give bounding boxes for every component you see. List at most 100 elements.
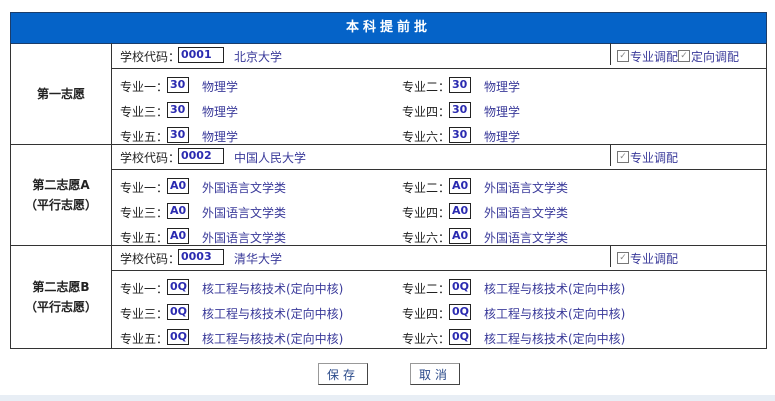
major-code-input[interactable]: A0: [449, 203, 471, 219]
major-name: 外国语言文学类: [202, 181, 287, 195]
choice-section: 第二志愿A （平行志愿） 学校代码： 0002 中国人民大学 ✓ 专业调配 专业一：…: [10, 144, 767, 246]
checkbox[interactable]: ✓: [617, 151, 629, 163]
major-name: 核工程与核技术(定向中核): [202, 307, 344, 321]
school-row: 学校代码： 0003 清华大学 ✓ 专业调配: [112, 245, 766, 271]
major-code-input[interactable]: A0: [449, 228, 471, 244]
major-row: 专业一： A0 外国语言文学类: [112, 176, 392, 196]
choice-section: 第一志愿 学校代码： 0001 北京大学 ✓ 专业调配 ✓ 定向调配 专业一： 30 …: [10, 43, 767, 145]
major-name: 核工程与核技术(定向中核): [202, 332, 344, 346]
major-row: 专业六： A0 外国语言文学类: [394, 226, 674, 246]
major-code-input[interactable]: 0Q: [167, 304, 189, 320]
major-row: 专业五： A0 外国语言文学类: [112, 226, 392, 246]
major-code-input[interactable]: 30: [167, 127, 189, 143]
checkbox-label: 专业调配: [630, 150, 679, 165]
major-name: 物理学: [202, 130, 239, 144]
major-label: 专业五：: [120, 130, 169, 144]
major-label: 专业三：: [120, 105, 169, 119]
school-code-label: 学校代码：: [120, 252, 181, 266]
major-code-input[interactable]: 30: [167, 102, 189, 118]
checkbox[interactable]: ✓: [678, 50, 691, 62]
cancel-button[interactable]: 取消: [410, 363, 460, 385]
major-row: 专业六： 0Q 核工程与核技术(定向中核): [394, 327, 674, 347]
major-name: 核工程与核技术(定向中核): [484, 332, 626, 346]
major-code-input[interactable]: A0: [167, 228, 189, 244]
major-row: 专业四： A0 外国语言文学类: [394, 201, 674, 221]
school-row: 学校代码： 0001 北京大学 ✓ 专业调配 ✓ 定向调配: [112, 43, 766, 69]
major-name: 外国语言文学类: [202, 206, 287, 220]
major-code-input[interactable]: 30: [449, 77, 471, 93]
major-code-input[interactable]: 0Q: [167, 279, 189, 295]
choice-label: 第二志愿A: [32, 177, 90, 192]
major-name: 核工程与核技术(定向中核): [484, 307, 626, 321]
choice-label-cell: 第一志愿: [11, 43, 112, 144]
major-label: 专业一：: [120, 80, 169, 94]
major-name: 物理学: [202, 105, 239, 119]
major-row: 专业四： 0Q 核工程与核技术(定向中核): [394, 302, 674, 322]
major-row: 专业一： 0Q 核工程与核技术(定向中核): [112, 277, 392, 297]
major-code-input[interactable]: A0: [167, 178, 189, 194]
batch-title: 本科提前批: [10, 12, 767, 44]
major-label: 专业三：: [120, 307, 169, 321]
choice-sublabel: （平行志愿）: [24, 197, 97, 212]
major-label: 专业六：: [402, 130, 451, 144]
major-row: 专业二： 30 物理学: [394, 75, 674, 95]
bottom-strip: [0, 395, 775, 401]
choice-label: 第一志愿: [36, 86, 85, 101]
choice-sublabel: （平行志愿）: [24, 299, 97, 314]
major-row: 专业四： 30 物理学: [394, 100, 674, 120]
choice-section: 第二志愿B （平行志愿） 学校代码： 0003 清华大学 ✓ 专业调配 专业一： 0…: [10, 245, 767, 349]
school-code-label: 学校代码：: [120, 50, 181, 64]
major-name: 物理学: [202, 80, 239, 94]
school-code-input[interactable]: 0002: [178, 148, 224, 164]
major-name: 外国语言文学类: [484, 181, 569, 195]
checkbox-label: 专业调配: [630, 49, 679, 64]
save-button[interactable]: 保存: [318, 363, 368, 385]
major-name: 外国语言文学类: [484, 231, 569, 245]
choice-label: 第二志愿B: [32, 279, 90, 294]
major-name: 外国语言文学类: [202, 231, 287, 245]
major-row: 专业五： 30 物理学: [112, 125, 392, 145]
major-code-input[interactable]: 0Q: [449, 329, 471, 345]
major-name: 物理学: [484, 130, 521, 144]
major-label: 专业四：: [402, 307, 451, 321]
school-code-label: 学校代码：: [120, 151, 181, 165]
major-label: 专业六：: [402, 231, 451, 245]
major-code-input[interactable]: 30: [449, 127, 471, 143]
major-label: 专业二：: [402, 282, 451, 296]
major-label: 专业六：: [402, 332, 451, 346]
major-code-input[interactable]: 30: [167, 77, 189, 93]
checkbox-label: 专业调配: [630, 251, 679, 266]
major-name: 核工程与核技术(定向中核): [484, 282, 626, 296]
major-code-input[interactable]: 30: [449, 102, 471, 118]
major-label: 专业四：: [402, 206, 451, 220]
major-name: 外国语言文学类: [484, 206, 569, 220]
major-row: 专业一： 30 物理学: [112, 75, 392, 95]
school-code-input[interactable]: 0001: [178, 47, 224, 63]
major-label: 专业二：: [402, 181, 451, 195]
major-name: 核工程与核技术(定向中核): [202, 282, 344, 296]
major-label: 专业一：: [120, 282, 169, 296]
major-code-input[interactable]: 0Q: [449, 279, 471, 295]
major-row: 专业二： 0Q 核工程与核技术(定向中核): [394, 277, 674, 297]
major-label: 专业五：: [120, 231, 169, 245]
school-name: 中国人民大学: [234, 151, 307, 165]
school-row: 学校代码： 0002 中国人民大学 ✓ 专业调配: [112, 144, 766, 170]
major-code-input[interactable]: A0: [167, 203, 189, 219]
school-code-input[interactable]: 0003: [178, 249, 224, 265]
adjust-options: ✓ 专业调配 ✓ 定向调配: [610, 43, 739, 65]
major-code-input[interactable]: 0Q: [167, 329, 189, 345]
major-row: 专业三： A0 外国语言文学类: [112, 201, 392, 221]
choice-label-cell: 第二志愿A （平行志愿）: [11, 144, 112, 245]
school-name: 北京大学: [234, 50, 283, 64]
major-row: 专业三： 0Q 核工程与核技术(定向中核): [112, 302, 392, 322]
major-code-input[interactable]: 0Q: [449, 304, 471, 320]
checkbox[interactable]: ✓: [617, 50, 629, 62]
major-row: 专业二： A0 外国语言文学类: [394, 176, 674, 196]
checkbox-label: 定向调配: [691, 49, 740, 64]
adjust-options: ✓ 专业调配: [610, 245, 678, 267]
major-label: 专业五：: [120, 332, 169, 346]
checkbox[interactable]: ✓: [617, 252, 629, 264]
major-code-input[interactable]: A0: [449, 178, 471, 194]
major-row: 专业五： 0Q 核工程与核技术(定向中核): [112, 327, 392, 347]
major-name: 物理学: [484, 80, 521, 94]
